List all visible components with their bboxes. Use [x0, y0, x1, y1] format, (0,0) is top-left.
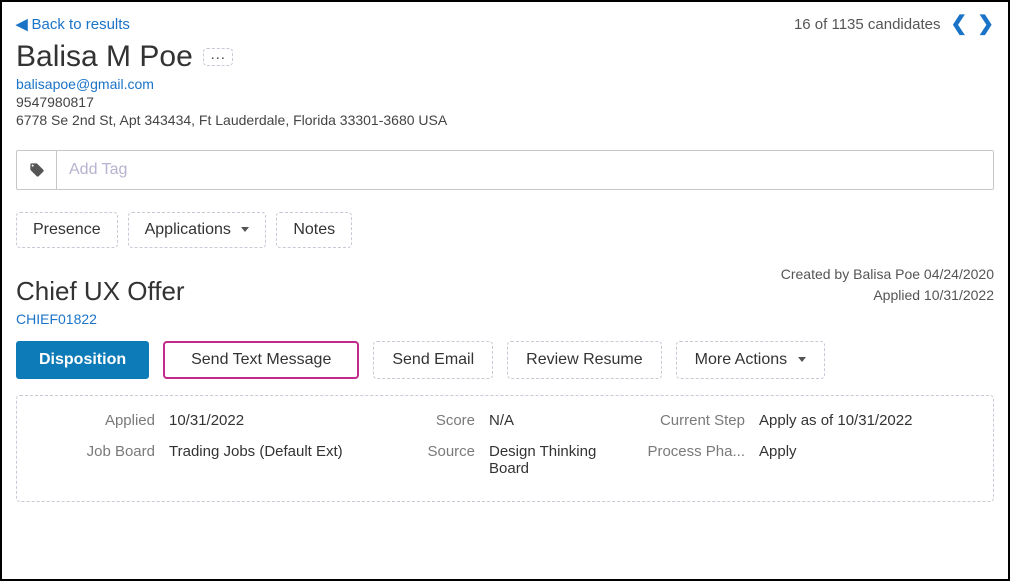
prev-candidate-button[interactable]: ❮ — [950, 14, 967, 34]
back-label: Back to results — [32, 16, 130, 33]
next-candidate-button[interactable]: ❯ — [977, 14, 994, 34]
score-value: N/A — [489, 412, 609, 429]
candidate-name: Balisa M Poe — [16, 40, 193, 74]
chevron-left-icon: ◀ — [16, 15, 28, 33]
candidate-address: 6778 Se 2nd St, Apt 343434, Ft Lauderdal… — [16, 112, 994, 128]
candidate-more-menu-button[interactable]: … — [203, 48, 233, 66]
application-details-panel: Applied 10/31/2022 Score N/A Current Ste… — [16, 395, 994, 502]
tag-icon — [17, 151, 57, 189]
tab-notes[interactable]: Notes — [276, 212, 352, 248]
source-label: Source — [379, 443, 479, 460]
process-phase-value: Apply — [759, 443, 981, 460]
current-step-label: Current Step — [619, 412, 749, 429]
review-resume-button[interactable]: Review Resume — [507, 341, 661, 379]
current-step-value: Apply as of 10/31/2022 — [759, 412, 981, 429]
more-actions-label: More Actions — [695, 351, 787, 368]
job-id-link[interactable]: CHIEF01822 — [16, 311, 97, 327]
disposition-button[interactable]: Disposition — [16, 341, 149, 379]
applied-date-text: Applied 10/31/2022 — [781, 285, 994, 306]
chevron-down-icon — [241, 227, 249, 232]
chevron-down-icon — [798, 357, 806, 362]
add-tag-input[interactable] — [57, 151, 993, 189]
process-phase-label: Process Pha... — [619, 443, 749, 460]
back-to-results-link[interactable]: ◀ Back to results — [16, 15, 130, 33]
tab-applications-label: Applications — [145, 221, 231, 238]
candidate-phone: 9547980817 — [16, 94, 994, 110]
tab-presence[interactable]: Presence — [16, 212, 118, 248]
applied-value: 10/31/2022 — [169, 412, 369, 429]
job-board-value: Trading Jobs (Default Ext) — [169, 443, 369, 460]
job-board-label: Job Board — [29, 443, 159, 460]
candidate-count-text: 16 of 1135 candidates — [794, 16, 941, 33]
tab-applications[interactable]: Applications — [128, 212, 267, 248]
candidate-email-link[interactable]: balisapoe@gmail.com — [16, 76, 154, 92]
source-value: Design Thinking Board — [489, 443, 609, 477]
send-email-button[interactable]: Send Email — [373, 341, 493, 379]
send-text-message-button[interactable]: Send Text Message — [163, 341, 359, 379]
created-by-text: Created by Balisa Poe 04/24/2020 — [781, 264, 994, 285]
applied-label: Applied — [29, 412, 159, 429]
score-label: Score — [379, 412, 479, 429]
more-actions-button[interactable]: More Actions — [676, 341, 825, 379]
